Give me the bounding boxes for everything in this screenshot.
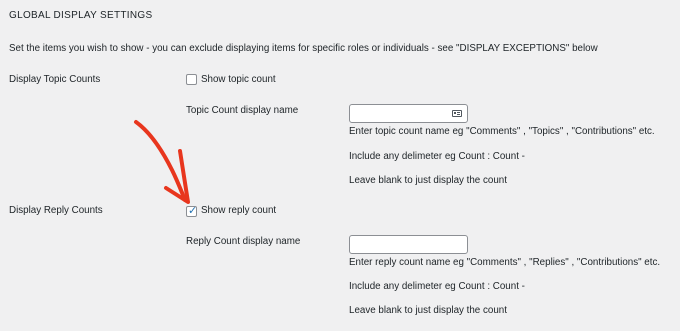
topic-count-help-1: Enter topic count name eg "Comments" , "… xyxy=(349,126,655,137)
topic-count-name-label: Topic Count display name xyxy=(186,105,299,116)
show-topic-count-label[interactable]: Show topic count xyxy=(201,74,276,85)
reply-counts-row-label: Display Reply Counts xyxy=(9,205,103,216)
topic-count-help-3: Leave blank to just display the count xyxy=(349,175,507,186)
topic-count-help-2: Include any delimeter eg Count : Count - xyxy=(349,151,525,162)
show-reply-count-checkbox[interactable]: ✓ xyxy=(186,205,198,217)
reply-count-help-2: Include any delimeter eg Count : Count - xyxy=(349,281,525,292)
section-heading: GLOBAL DISPLAY SETTINGS xyxy=(9,10,153,21)
show-topic-count-checkbox[interactable] xyxy=(186,74,197,85)
reply-count-name-input[interactable] xyxy=(349,235,468,254)
reply-count-help-3: Leave blank to just display the count xyxy=(349,305,507,316)
topic-counts-row-label: Display Topic Counts xyxy=(9,74,101,85)
reply-count-name-label: Reply Count display name xyxy=(186,236,301,247)
show-reply-count-label[interactable]: Show reply count xyxy=(201,205,276,216)
contact-card-icon[interactable] xyxy=(452,110,462,117)
section-intro: Set the items you wish to show - you can… xyxy=(9,43,598,54)
topic-count-name-input[interactable] xyxy=(349,104,468,123)
checkmark-icon: ✓ xyxy=(188,205,198,217)
reply-count-help-1: Enter reply count name eg "Comments" , "… xyxy=(349,257,661,268)
